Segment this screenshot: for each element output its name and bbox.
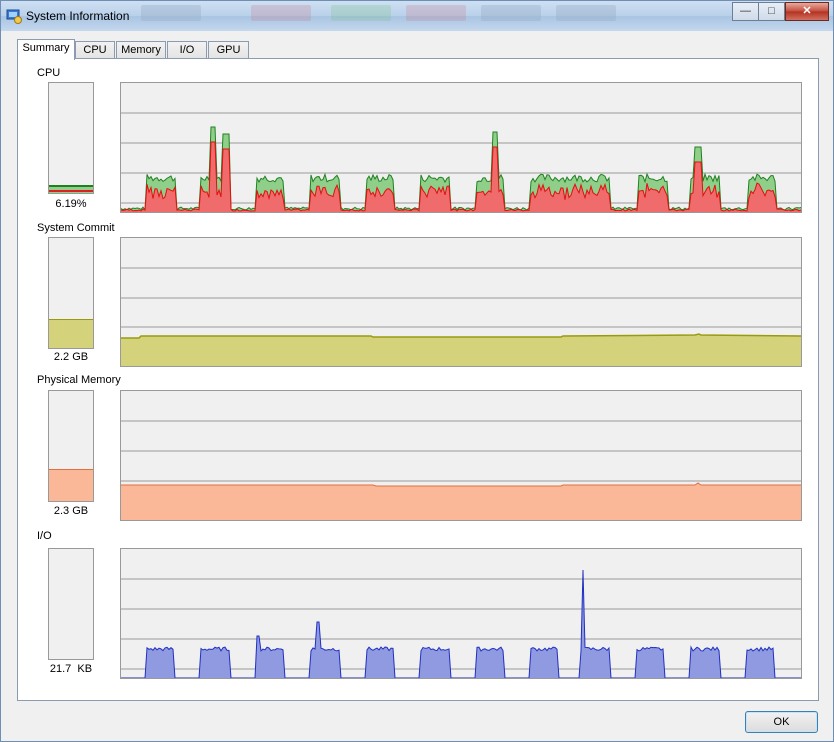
physical-memory-section-label: Physical Memory xyxy=(37,374,121,386)
minimize-button[interactable]: — xyxy=(732,2,759,21)
cpu-section-label: CPU xyxy=(37,67,61,79)
tab-label: Summary xyxy=(22,42,70,54)
tab-label: CPU xyxy=(83,44,107,56)
io-section-label: I/O xyxy=(37,530,52,542)
commit-area xyxy=(121,334,801,366)
background-glimpse xyxy=(406,5,466,21)
cpu-history-chart xyxy=(121,112,801,212)
cpu-value: 6.19% xyxy=(55,198,87,210)
background-glimpse xyxy=(251,5,311,21)
io-history-chart xyxy=(121,569,801,678)
background-glimpse xyxy=(331,5,391,21)
system-commit-graph xyxy=(120,237,802,367)
io-history-graph xyxy=(120,548,802,679)
tab-io[interactable]: I/O xyxy=(167,41,207,59)
close-icon: ✕ xyxy=(802,5,812,17)
system-commit-section-label: System Commit xyxy=(37,222,115,234)
tab-label: I/O xyxy=(179,44,195,56)
physical-memory-bar xyxy=(48,390,94,502)
background-glimpse xyxy=(481,5,541,21)
tab-cpu[interactable]: CPU xyxy=(75,41,115,59)
system-commit-chart xyxy=(121,267,801,366)
cpu-usage-bar xyxy=(48,82,94,194)
system-commit-bar xyxy=(48,237,94,349)
physical-memory-chart xyxy=(121,420,801,520)
system-information-window: System Information — □ ✕ Summary CPU Mem… xyxy=(0,0,834,742)
window-title: System Information xyxy=(26,9,130,23)
ok-button[interactable]: OK xyxy=(745,711,818,733)
background-glimpse xyxy=(556,5,616,21)
background-glimpse xyxy=(141,5,201,21)
io-bar xyxy=(48,548,94,660)
maximize-icon: □ xyxy=(768,5,775,17)
tab-memory[interactable]: Memory xyxy=(116,41,166,59)
tab-gpu[interactable]: GPU xyxy=(208,41,249,59)
io-area xyxy=(121,570,801,678)
system-commit-bar-fill xyxy=(49,319,93,348)
maximize-button[interactable]: □ xyxy=(758,2,785,21)
tab-summary[interactable]: Summary xyxy=(17,39,75,60)
tab-label: Memory xyxy=(121,44,161,56)
physical-memory-bar-fill xyxy=(49,469,93,501)
physical-area xyxy=(121,483,801,520)
tab-label: GPU xyxy=(216,44,241,56)
cpu-bar-kernel-fill xyxy=(49,190,93,192)
physical-memory-value: 2.3 GB xyxy=(53,505,89,517)
cpu-history-graph xyxy=(120,82,802,213)
title-bar[interactable]: System Information — □ ✕ xyxy=(1,1,833,31)
io-value: 21.7 KB xyxy=(49,663,93,675)
close-button[interactable]: ✕ xyxy=(785,2,829,21)
system-commit-value: 2.2 GB xyxy=(53,351,89,363)
app-icon xyxy=(6,9,22,24)
minimize-icon: — xyxy=(740,5,751,17)
physical-memory-graph xyxy=(120,390,802,521)
ok-button-label: OK xyxy=(773,716,790,728)
